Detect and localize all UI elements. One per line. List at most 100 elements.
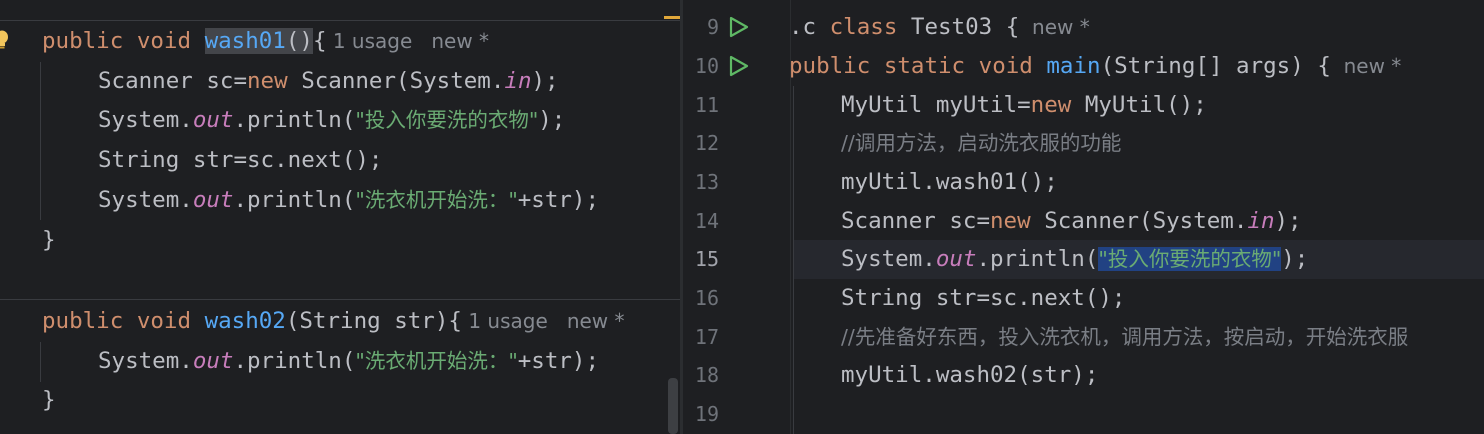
method-name: main (1046, 53, 1101, 79)
code-text: System. (98, 187, 193, 213)
code-text: Scanner sc= (841, 208, 991, 234)
code-line[interactable]: public void wash01(){ 1 usage new * (42, 22, 489, 61)
usage-hint[interactable]: 1 usage new * (462, 309, 625, 333)
code-line[interactable]: System.out.println("投入你要洗的衣物"); (841, 240, 1308, 279)
code-line[interactable]: Scanner sc=new Scanner(System.in); (841, 202, 1302, 241)
scroll-marker (664, 16, 680, 19)
code-line[interactable]: myUtil.wash02(str); (841, 356, 1098, 395)
code-line[interactable]: public static void main(String[] args) {… (789, 47, 1401, 86)
line-number: 13 (694, 170, 719, 194)
brace: { (312, 28, 327, 54)
run-gutter-icon[interactable] (728, 16, 750, 38)
code-text: Test03 { (897, 14, 1020, 40)
string-literal: "洗衣机开始洗：" (355, 349, 518, 373)
code-text: +str); (517, 348, 600, 374)
code-text: Scanner(System. (287, 68, 505, 94)
code-line[interactable]: System.out.println("洗衣机开始洗："+str); (98, 342, 599, 381)
line-number: 12 (694, 131, 719, 155)
code-text: +str); (517, 187, 600, 213)
line-number: 17 (694, 325, 719, 349)
closing-brace: } (42, 227, 56, 253)
line-number: 14 (694, 209, 719, 233)
static-field: out (935, 246, 977, 272)
method-separator (0, 299, 680, 300)
code-line[interactable]: //调用方法，启动洗衣服的功能 (841, 124, 1121, 163)
keyword: new (1030, 92, 1072, 118)
static-field: out (192, 187, 234, 213)
line-number: 18 (694, 363, 719, 387)
string-literal: "投入你要洗的衣物" (355, 108, 539, 132)
static-field: in (1247, 208, 1275, 234)
code-line[interactable]: String str=sc.next(); (841, 279, 1125, 318)
right-editor-pane[interactable]: 9 10 11 12 13 14 15 16 17 18 19 .c class… (683, 0, 1484, 434)
keyword: public void (42, 28, 205, 54)
static-field: out (192, 348, 234, 374)
code-text: .println( (976, 246, 1099, 272)
code-text: ); (1281, 246, 1309, 272)
usage-count[interactable]: 1 usage (333, 29, 412, 53)
code-text: (String str){ (285, 308, 462, 334)
run-gutter-icon[interactable] (728, 55, 750, 77)
code-text: System. (841, 246, 936, 272)
code-text: MyUtil myUtil= (841, 92, 1031, 118)
code-text: (String[] args) { (1100, 53, 1331, 79)
new-hint: new * (1019, 15, 1090, 39)
new-hint-text: new * (1032, 15, 1090, 39)
line-number: 10 (694, 54, 719, 78)
indent-guide (40, 62, 41, 220)
static-field: in (504, 68, 532, 94)
keyword: new (247, 68, 288, 94)
line-number: 19 (694, 402, 719, 426)
usage-hint[interactable]: 1 usage new * (326, 29, 489, 53)
code-text: ); (531, 68, 559, 94)
code-line[interactable]: MyUtil myUtil=new MyUtil(); (841, 86, 1207, 125)
code-line[interactable]: String str=sc.next(); (98, 141, 382, 180)
intention-bulb-icon[interactable] (0, 30, 10, 50)
code-text: .c (789, 14, 830, 40)
left-editor-pane[interactable]: public void wash01(){ 1 usage new * Scan… (0, 0, 680, 434)
comment: //先准备好东西，投入洗衣机，调用方法，按启动，开始洗衣服 (841, 325, 1409, 349)
vertical-scrollbar-thumb[interactable] (668, 378, 678, 434)
code-text: MyUtil(); (1071, 92, 1207, 118)
keyword: class (829, 14, 898, 40)
code-line[interactable]: System.out.println("投入你要洗的衣物"); (98, 101, 565, 140)
code-line[interactable]: } (42, 221, 56, 260)
code-line[interactable]: myUtil.wash01(); (841, 163, 1058, 202)
usage-count[interactable]: 1 usage (468, 309, 547, 333)
new-hint: new * (431, 29, 490, 53)
code-text: myUtil.wash02(str); (841, 362, 1099, 388)
code-text: String str=sc.next(); (841, 285, 1126, 311)
code-text: .println( (233, 348, 356, 374)
closing-brace: } (42, 387, 56, 413)
line-number: 9 (706, 15, 719, 39)
code-text: .println( (233, 187, 356, 213)
code-text: Scanner(System. (1030, 208, 1248, 234)
code-text: .println( (233, 107, 356, 133)
indent-guide (793, 86, 794, 434)
code-line[interactable]: //先准备好东西，投入洗衣机，调用方法，按启动，开始洗衣服 (841, 318, 1408, 357)
code-line[interactable]: .c class Test03 { new * (789, 8, 1090, 47)
code-line[interactable]: System.out.println("洗衣机开始洗："+str); (98, 181, 599, 220)
code-line[interactable]: Scanner sc=new Scanner(System.in); (98, 62, 559, 101)
method-separator (0, 20, 680, 21)
code-line[interactable]: } (42, 381, 56, 420)
parens: () (285, 28, 313, 54)
code-text: System. (98, 348, 193, 374)
new-hint: new * (1331, 54, 1402, 78)
code-text: Scanner sc= (98, 68, 248, 94)
new-hint: new * (566, 309, 625, 333)
method-name: wash01 (204, 28, 286, 54)
keyword: public void (42, 308, 205, 334)
line-number: 11 (694, 93, 719, 117)
comment: //调用方法，启动洗衣服的功能 (841, 131, 1122, 155)
code-text: ); (538, 107, 566, 133)
new-hint-text: new * (1343, 54, 1402, 78)
string-literal: "洗衣机开始洗：" (355, 188, 518, 212)
code-text: String str=sc.next(); (98, 147, 383, 173)
code-text: System. (98, 107, 193, 133)
gutter[interactable]: 9 10 11 12 13 14 15 16 17 18 19 (683, 0, 793, 434)
code-line[interactable]: public void wash02(String str){ 1 usage … (42, 302, 625, 341)
static-field: out (192, 107, 234, 133)
selected-string-literal[interactable]: "投入你要洗的衣物" (1098, 247, 1282, 271)
indent-guide (40, 342, 41, 382)
